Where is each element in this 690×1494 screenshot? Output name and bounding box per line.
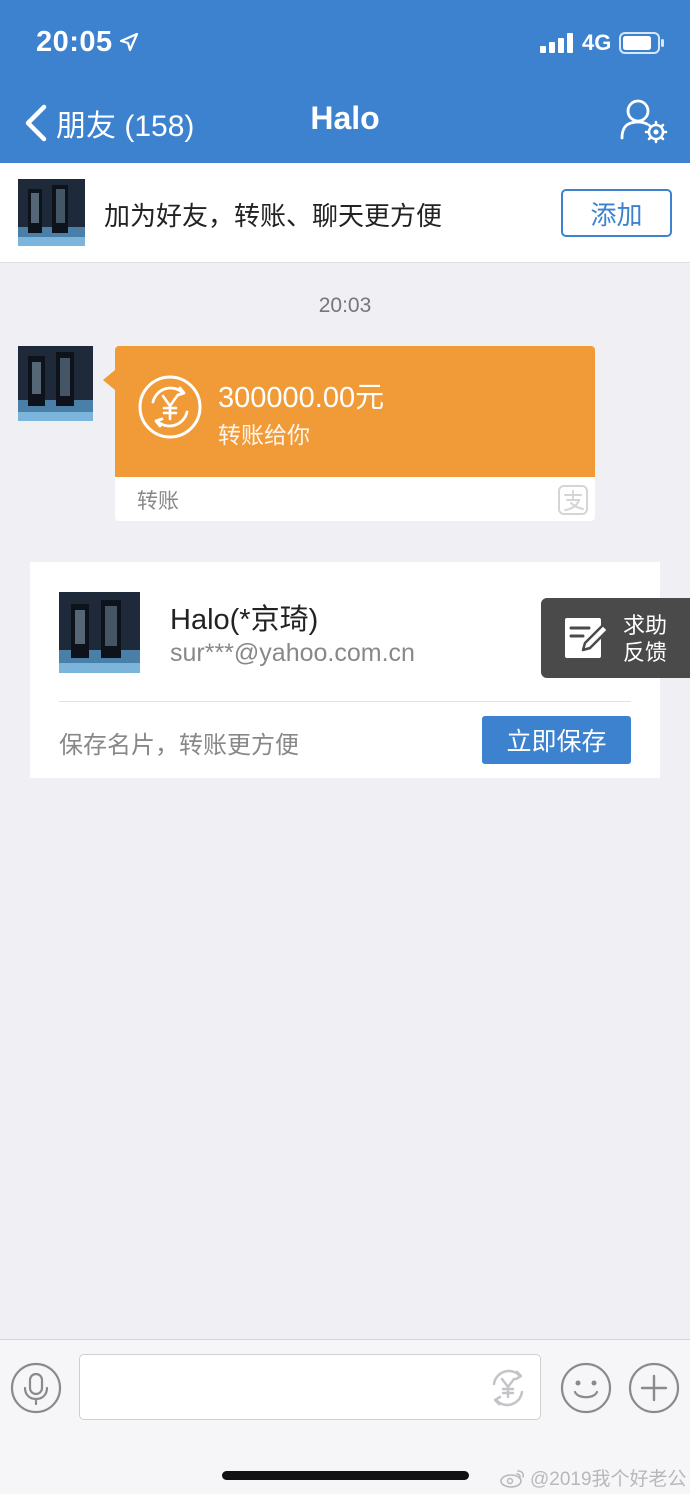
emoji-icon[interactable]: [560, 1362, 612, 1414]
cellular-signal-icon: [540, 33, 573, 53]
add-friend-button[interactable]: 添加: [561, 189, 672, 237]
plus-icon[interactable]: [628, 1362, 680, 1414]
transfer-header: 300000.00元 转账给你: [115, 346, 595, 477]
transfer-amount: 300000.00元: [218, 382, 385, 414]
message-input[interactable]: [79, 1354, 541, 1420]
add-friend-banner: 加为好友，转账、聊天更方便 添加: [0, 163, 690, 263]
transfer-subtitle: 转账给你: [218, 422, 310, 448]
save-now-button[interactable]: 立即保存: [482, 716, 631, 764]
weibo-logo-icon: [500, 1469, 524, 1488]
sender-avatar[interactable]: [18, 346, 93, 421]
home-indicator: [222, 1471, 469, 1480]
help-label-line2: 反馈: [623, 640, 668, 665]
watermark: @2019我个好老公: [500, 1464, 687, 1491]
message-timestamp: 20:03: [318, 294, 372, 317]
network-type: 4G: [582, 30, 612, 55]
profile-settings-icon[interactable]: [618, 98, 670, 144]
location-arrow-icon: [119, 32, 139, 52]
input-bar: @2019我个好老公: [0, 1339, 690, 1494]
save-card-hint: 保存名片，转账更方便: [59, 732, 299, 759]
watermark-text: @2019我个好老公: [530, 1469, 687, 1490]
status-time: 20:05: [36, 26, 113, 58]
yen-transfer-icon: [138, 375, 202, 439]
yen-transfer-icon[interactable]: [486, 1366, 530, 1410]
divider: [59, 701, 631, 702]
transfer-footer-label: 转账: [137, 490, 179, 513]
add-friend-text: 加为好友，转账、聊天更方便: [104, 201, 443, 231]
help-label-line1: 求助: [623, 613, 668, 638]
top-header: 20:05 4G 朋友 (158) Halo: [0, 0, 690, 163]
transfer-message[interactable]: 300000.00元 转账给你 转账: [103, 346, 595, 521]
edit-icon: [565, 618, 610, 658]
bubble-tail: [103, 370, 115, 390]
microphone-icon[interactable]: [10, 1362, 62, 1414]
help-feedback-button[interactable]: 求助 反馈: [541, 598, 690, 678]
contact-name: Halo(*京琦): [170, 604, 319, 636]
alipay-icon: [558, 485, 588, 515]
battery-icon: [619, 32, 664, 54]
avatar: [18, 179, 85, 246]
contact-avatar: [59, 592, 140, 673]
help-feedback-label: 求助 反馈: [623, 612, 687, 666]
page-title: Halo: [310, 100, 380, 136]
contact-email: sur***@yahoo.com.cn: [170, 639, 415, 667]
